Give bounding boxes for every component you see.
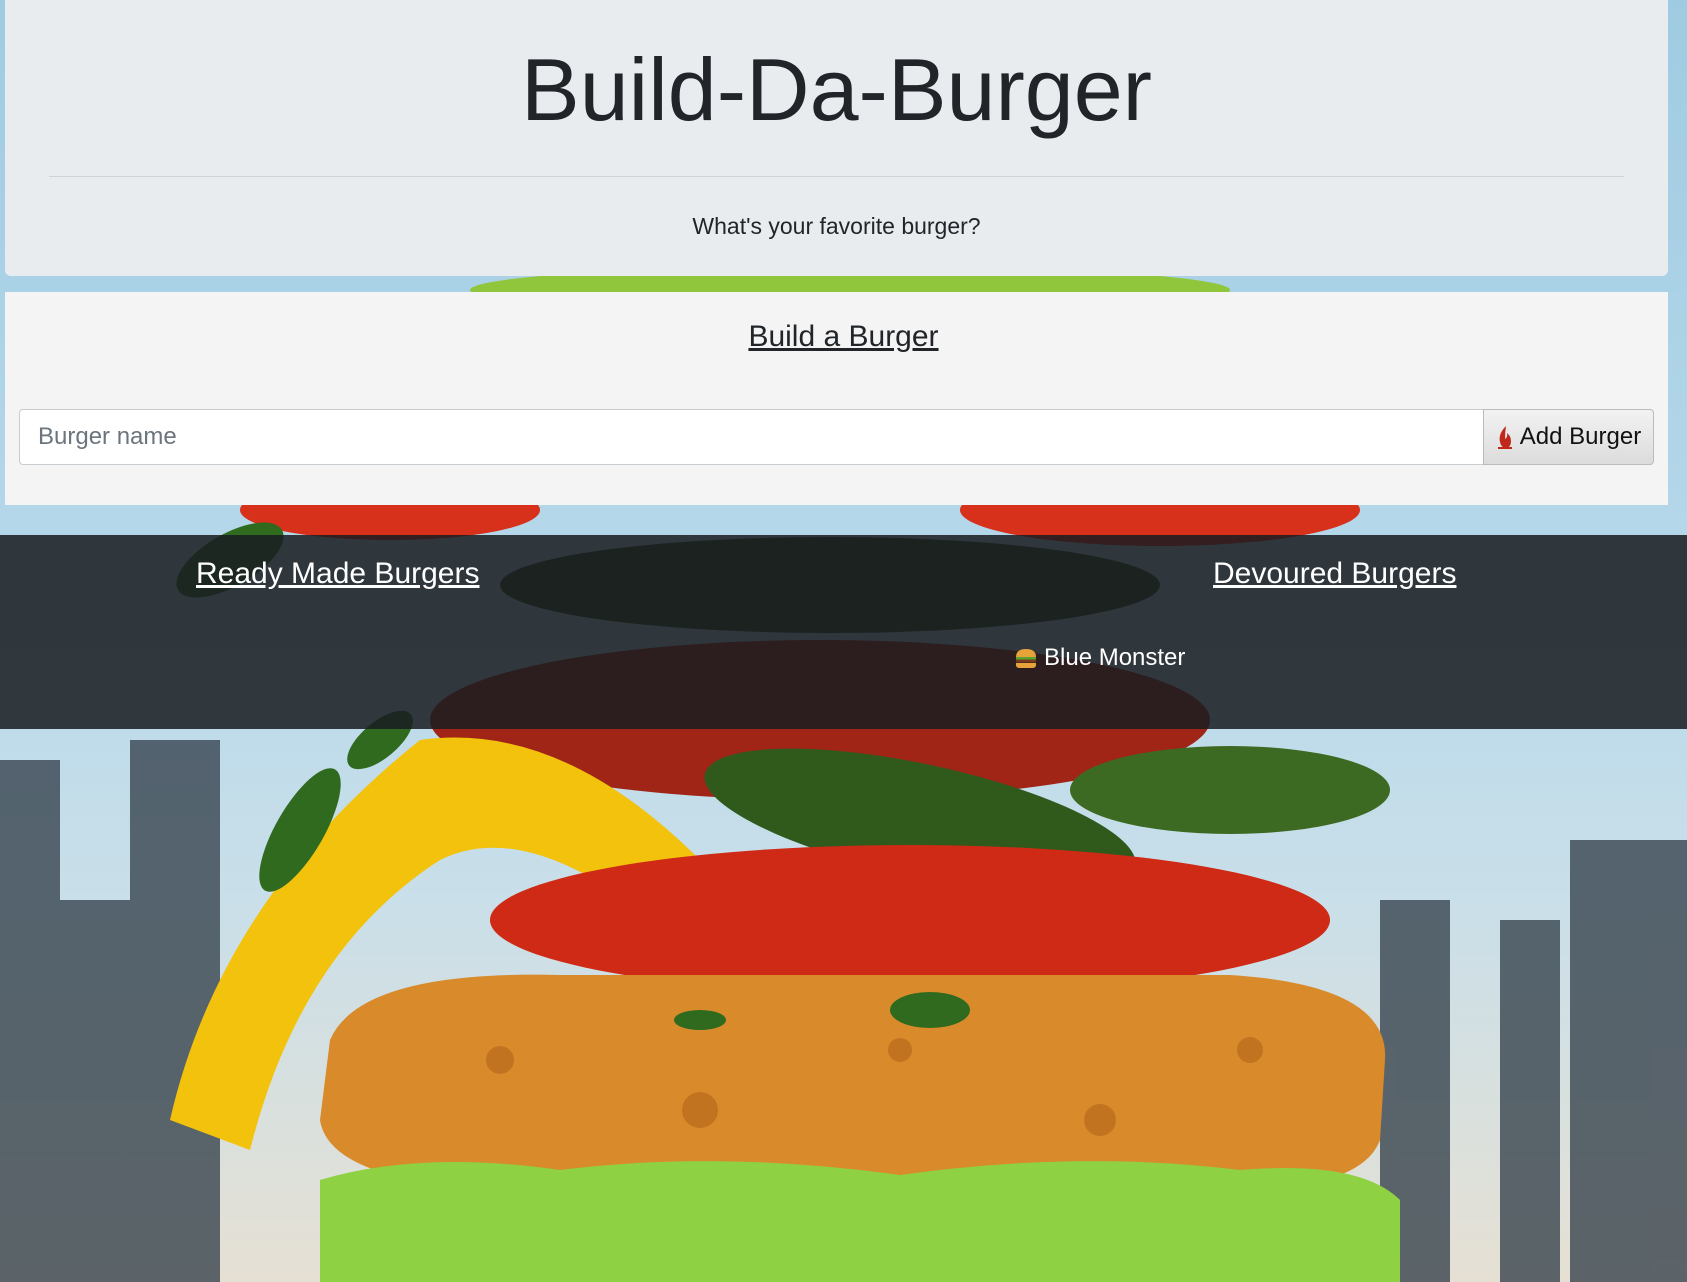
burger-name-input[interactable] xyxy=(19,409,1484,465)
page-title: Build-Da-Burger xyxy=(521,40,1152,139)
devoured-burger-item: Blue Monster xyxy=(1014,644,1185,672)
devoured-burgers-heading[interactable]: Devoured Burgers xyxy=(1213,557,1456,591)
burger-icon xyxy=(1014,646,1038,670)
add-burger-label: Add Burger xyxy=(1519,423,1642,450)
devoured-burger-name: Blue Monster xyxy=(1044,644,1186,671)
add-burger-button[interactable]: Add Burger xyxy=(1483,409,1654,465)
fire-icon xyxy=(1496,424,1514,450)
tagline: What's your favorite burger? xyxy=(692,213,981,239)
ready-made-burgers-heading[interactable]: Ready Made Burgers xyxy=(196,557,479,591)
jumbotron-header: Build-Da-Burger What's your favorite bur… xyxy=(5,0,1668,276)
build-burger-heading: Build a Burger xyxy=(748,320,939,353)
header-divider xyxy=(49,176,1624,177)
